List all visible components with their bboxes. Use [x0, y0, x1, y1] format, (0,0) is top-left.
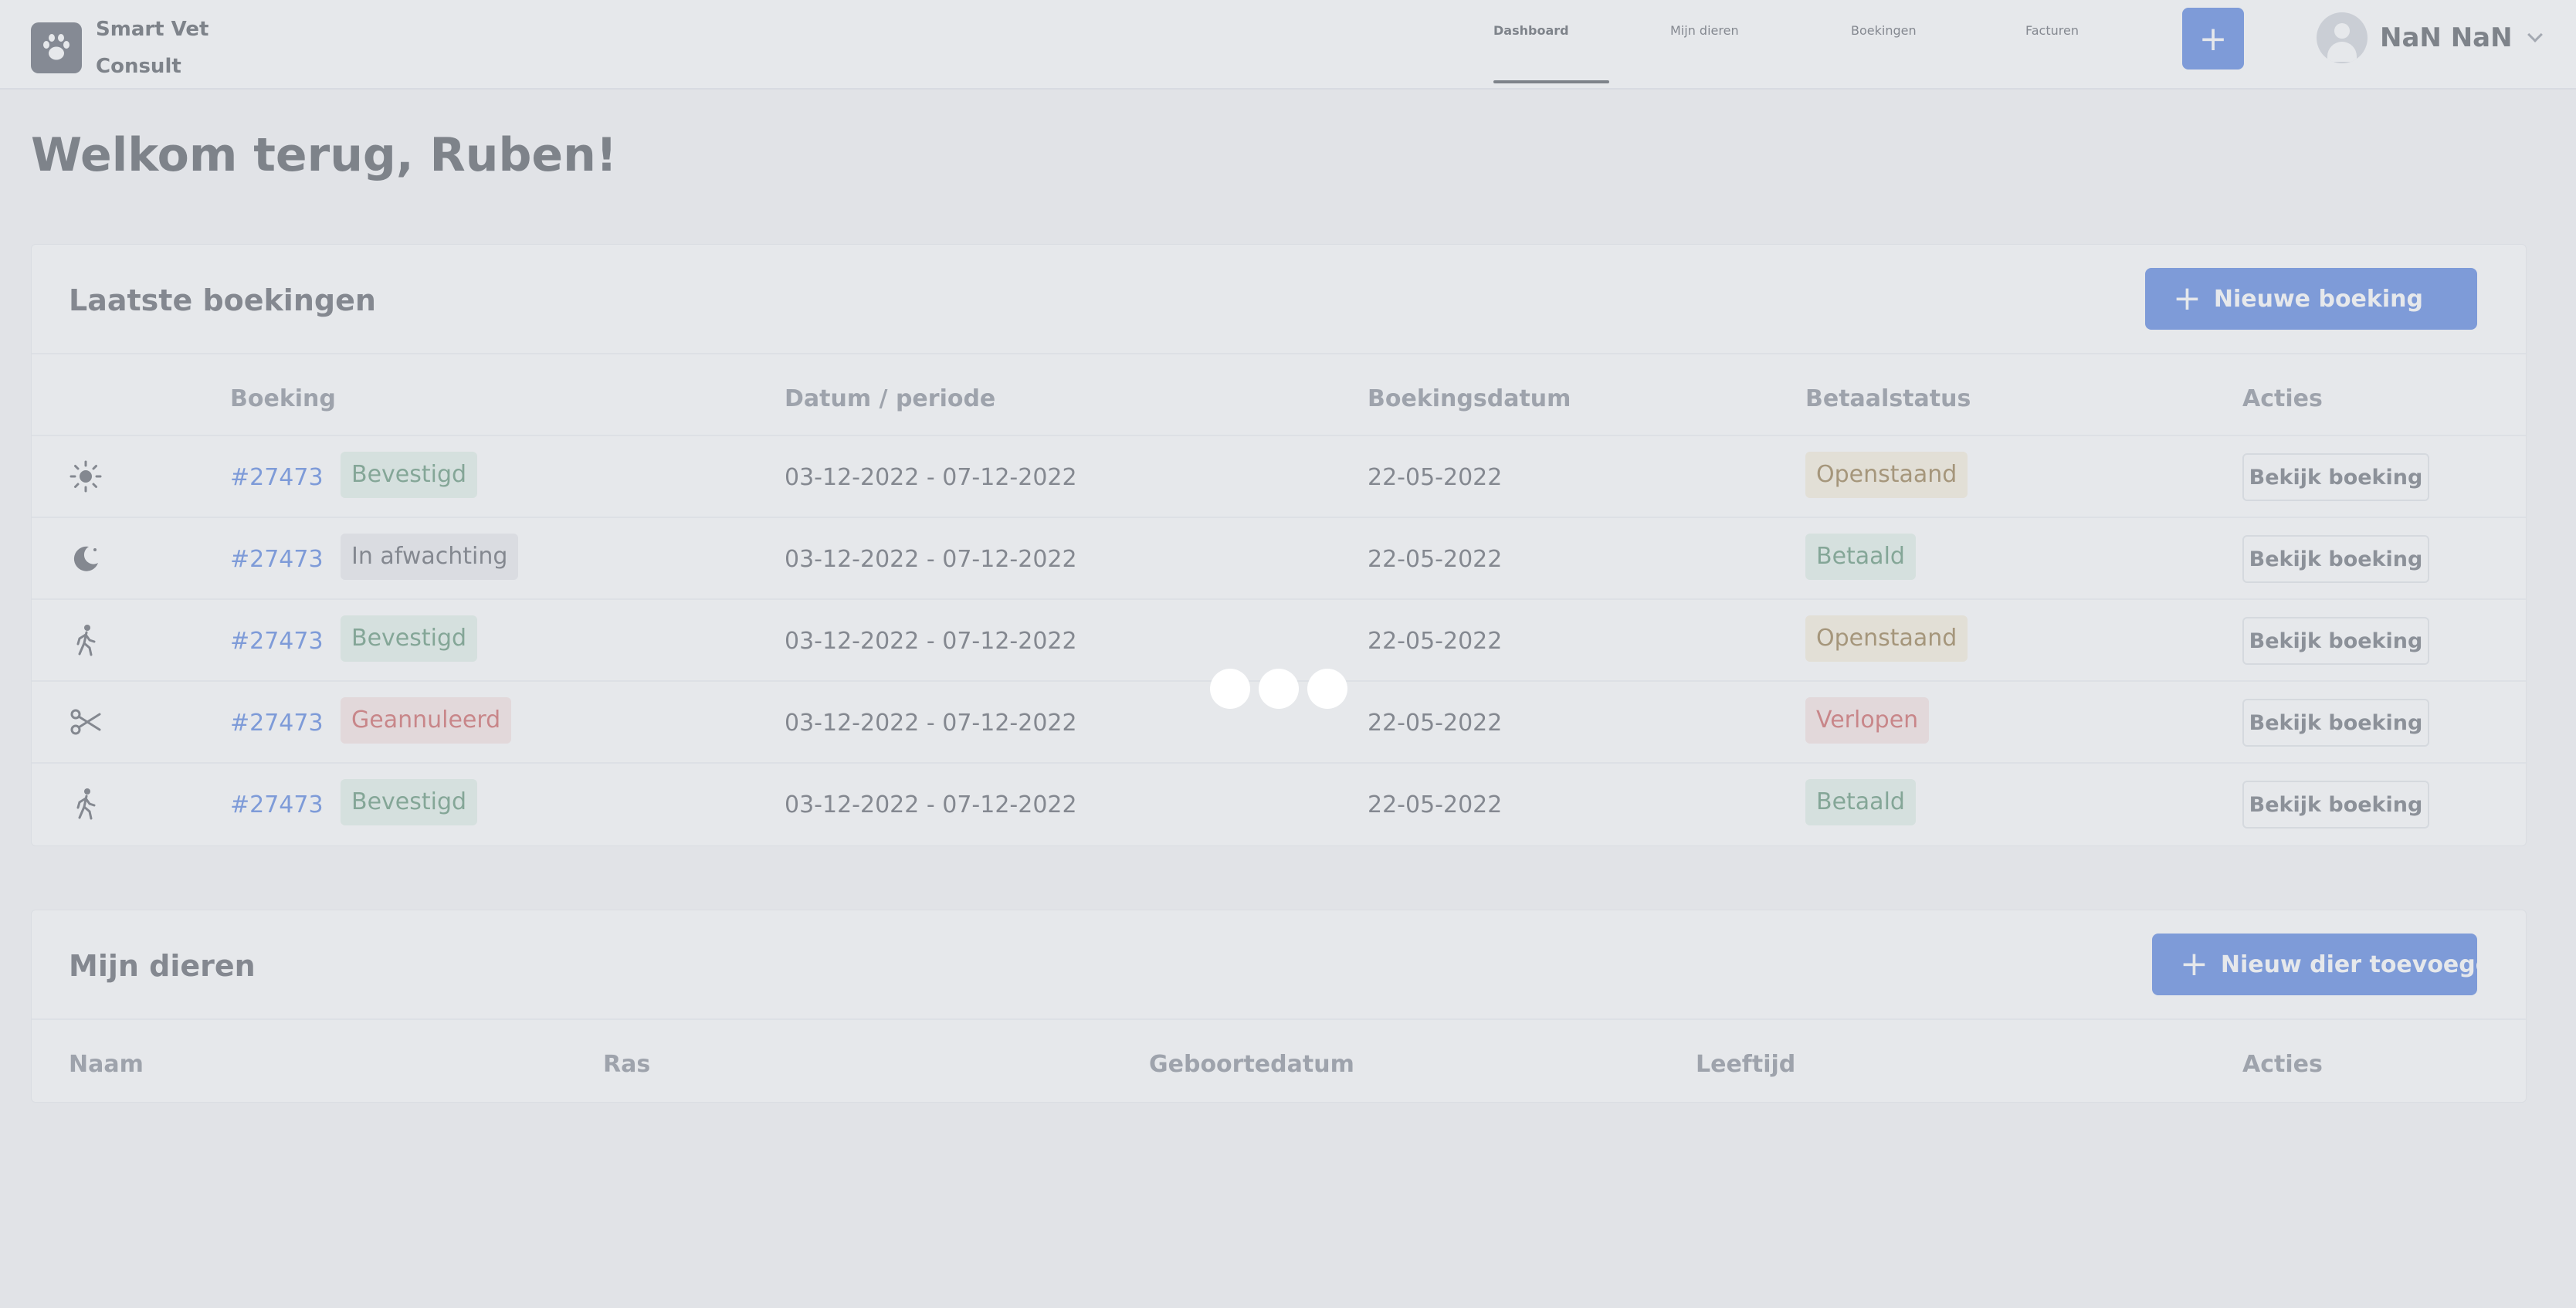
loading-overlay [0, 0, 2576, 1308]
